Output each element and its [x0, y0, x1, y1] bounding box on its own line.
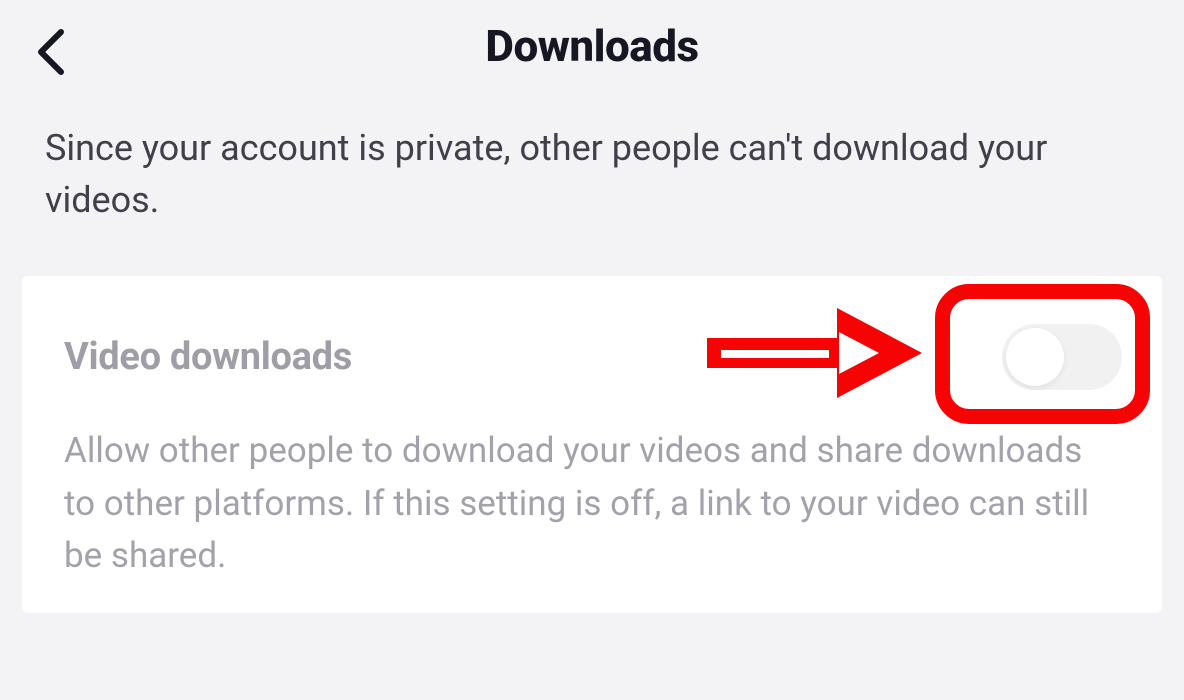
privacy-info-text: Since your account is private, other peo… — [0, 102, 1184, 266]
page-title: Downloads — [35, 20, 1149, 72]
header: Downloads — [0, 0, 1184, 102]
video-downloads-label: Video downloads — [64, 335, 352, 379]
back-icon[interactable] — [35, 28, 65, 80]
video-downloads-toggle[interactable] — [1002, 324, 1122, 390]
video-downloads-description: Allow other people to download your vide… — [64, 425, 1122, 583]
toggle-knob — [1006, 328, 1064, 386]
video-downloads-row: Video downloads — [64, 324, 1122, 390]
settings-card: Video downloads Allow other people to do… — [22, 276, 1162, 613]
